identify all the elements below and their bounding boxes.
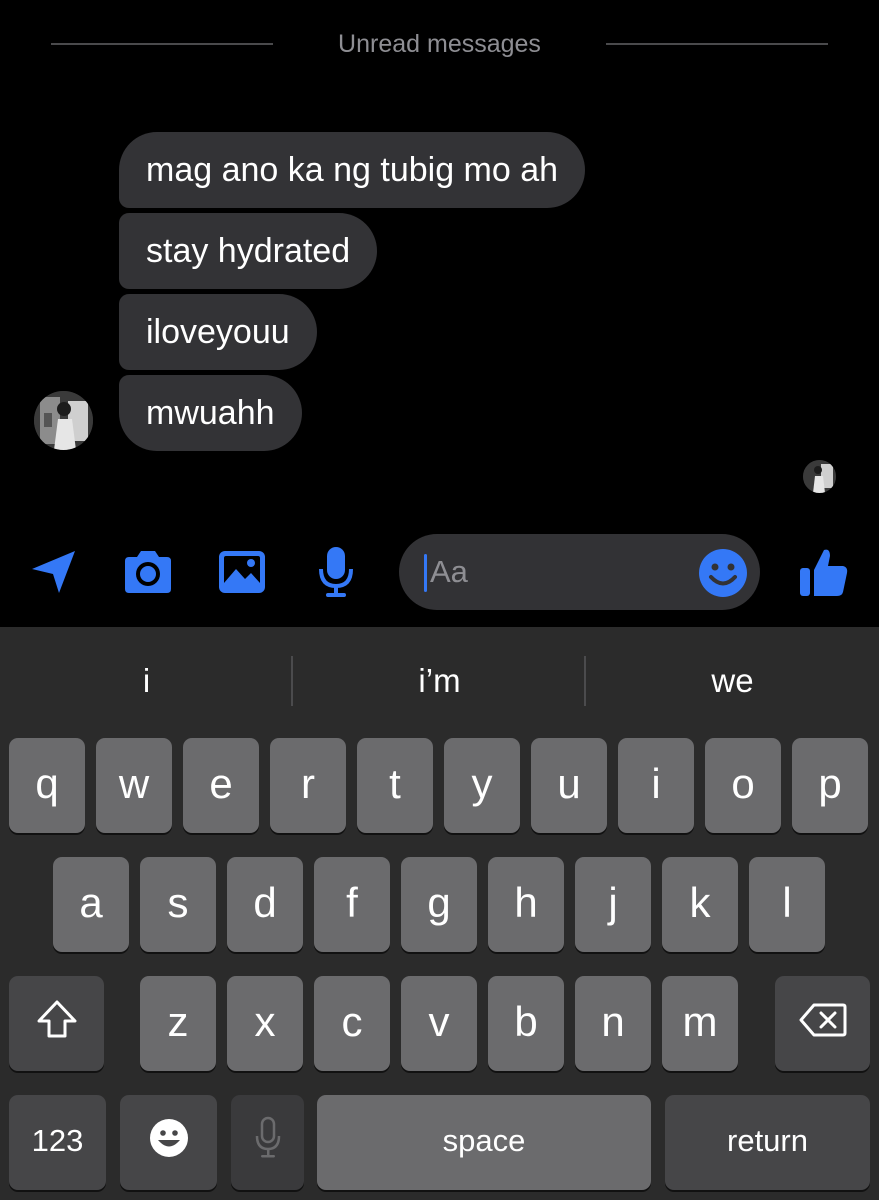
message-bubble[interactable]: iloveyouu [119,294,317,370]
key-x[interactable]: x [227,976,303,1071]
key-label: m [682,997,718,1045]
message-input-field[interactable] [399,534,760,610]
key-label: a [79,878,103,926]
smiley-icon [698,549,748,602]
key-i[interactable]: i [618,738,694,833]
key-h[interactable]: h [488,857,564,952]
key-y[interactable]: y [444,738,520,833]
shift-key[interactable] [9,976,104,1071]
key-j[interactable]: j [575,857,651,952]
message-bubble[interactable]: mag ano ka ng tubig mo ah [119,132,586,208]
key-q[interactable]: q [9,738,85,833]
emoji-button[interactable] [698,548,748,598]
key-t[interactable]: t [357,738,433,833]
key-label: d [253,878,277,926]
key-label: l [782,878,792,926]
key-v[interactable]: v [401,976,477,1071]
key-label: t [389,759,401,807]
divider-line-right [606,43,828,45]
key-label: c [341,997,363,1045]
key-label: h [514,878,538,926]
key-a[interactable]: a [53,857,129,952]
key-label: q [35,759,59,807]
key-label: y [471,759,493,807]
key-label: s [167,878,189,926]
suggestion-item[interactable]: i’m [293,627,586,735]
sender-avatar[interactable] [34,391,93,450]
composer-bar [0,528,879,620]
key-label: k [689,878,711,926]
key-label: j [608,878,618,926]
microphone-icon [316,545,356,599]
return-label: return [727,1122,808,1158]
gallery-button[interactable] [212,542,272,602]
key-l[interactable]: l [749,857,825,952]
like-button[interactable] [794,542,854,602]
keyboard: i i’m we q w e r t y u i o p a s d f g h… [0,627,879,1200]
key-z[interactable]: z [140,976,216,1071]
camera-icon [121,549,175,595]
backspace-key[interactable] [775,976,870,1071]
key-n[interactable]: n [575,976,651,1071]
key-label: b [514,997,538,1045]
thumbs-up-icon [798,546,850,598]
key-label: r [301,759,315,807]
key-label: p [818,759,842,807]
message-input[interactable] [430,548,690,596]
key-p[interactable]: p [792,738,868,833]
key-w[interactable]: w [96,738,172,833]
key-e[interactable]: e [183,738,259,833]
key-g[interactable]: g [401,857,477,952]
key-label: g [427,878,451,926]
emoji-icon [149,1118,189,1168]
emoji-key[interactable] [120,1095,217,1190]
numbers-label: 123 [31,1122,84,1158]
key-r[interactable]: r [270,738,346,833]
key-u[interactable]: u [531,738,607,833]
message-bubble[interactable]: stay hydrated [119,213,378,289]
return-key[interactable]: return [665,1095,870,1190]
key-label: f [346,878,358,926]
key-label: o [731,759,755,807]
space-label: space [442,1122,526,1158]
backspace-icon [799,1000,847,1048]
key-c[interactable]: c [314,976,390,1071]
space-key[interactable]: space [317,1095,651,1190]
key-label: i [651,759,661,807]
key-label: x [254,997,276,1045]
voice-clip-button[interactable] [306,542,366,602]
key-label: v [428,997,450,1045]
suggestion-item[interactable]: i [0,627,293,735]
key-d[interactable]: d [227,857,303,952]
location-button[interactable] [24,542,84,602]
text-cursor [424,554,427,592]
key-k[interactable]: k [662,857,738,952]
seen-receipt-avatar [803,460,836,493]
suggestion-item[interactable]: we [586,627,879,735]
key-label: n [601,997,625,1045]
camera-button[interactable] [118,542,178,602]
key-m[interactable]: m [662,976,738,1071]
location-icon [29,547,79,597]
key-f[interactable]: f [314,857,390,952]
microphone-icon [253,1116,283,1170]
key-label: e [209,759,233,807]
key-b[interactable]: b [488,976,564,1071]
key-label: z [167,997,189,1045]
numbers-key[interactable]: 123 [9,1095,106,1190]
key-o[interactable]: o [705,738,781,833]
key-s[interactable]: s [140,857,216,952]
key-label: w [118,759,150,807]
key-label: u [557,759,581,807]
unread-divider: Unread messages [0,22,879,66]
dictation-key[interactable] [231,1095,304,1190]
image-icon [217,549,267,595]
message-bubble[interactable]: mwuahh [119,375,302,451]
shift-icon [35,999,79,1049]
